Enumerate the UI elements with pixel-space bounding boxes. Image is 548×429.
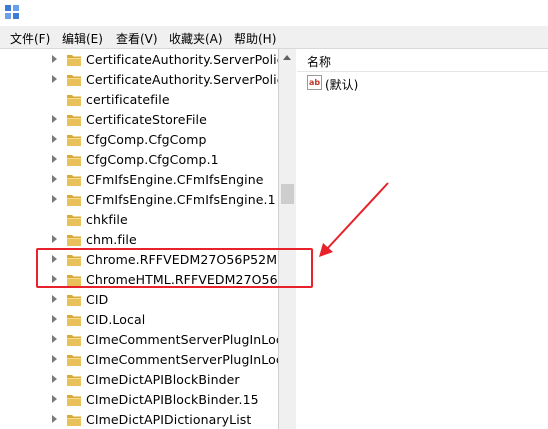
tree-item-label: chkfile — [86, 212, 128, 227]
registry-editor-icon — [5, 5, 19, 19]
scroll-thumb[interactable] — [281, 184, 294, 204]
menu-favorites[interactable]: 收藏夹(A) — [169, 30, 223, 47]
scroll-up-arrow-icon[interactable] — [283, 55, 291, 60]
tree-item-label: CfgComp.CfgComp — [86, 132, 207, 147]
svg-text:ab: ab — [309, 78, 320, 87]
menu-edit[interactable]: 编辑(E) — [62, 30, 103, 47]
menu-help[interactable]: 帮助(H) — [234, 30, 276, 47]
tree-scrollbar[interactable] — [279, 49, 296, 429]
menu-bar: 文件(F) 编辑(E) 查看(V) 收藏夹(A) 帮助(H) — [0, 26, 548, 49]
tree-item-label: CFmIfsEngine.CFmIfsEngine.1 — [86, 192, 276, 207]
folder-icon — [67, 195, 81, 206]
string-value-icon: ab — [307, 75, 322, 90]
tree-item[interactable]: CImeCommentServerPlugInLocal — [0, 350, 278, 370]
folder-icon — [67, 95, 81, 106]
expand-arrow-icon[interactable] — [52, 275, 57, 283]
registry-values-pane[interactable]: 名称 ab (默认) — [297, 49, 548, 429]
tree-item[interactable]: chm.file — [0, 230, 278, 250]
tree-item[interactable]: CfgComp.CfgComp.1 — [0, 150, 278, 170]
tree-item[interactable]: certificatefile — [0, 90, 278, 110]
tree-item-label: CID.Local — [86, 312, 146, 327]
expand-arrow-icon[interactable] — [52, 355, 57, 363]
folder-icon — [67, 235, 81, 246]
folder-icon — [67, 115, 81, 126]
tree-item-label: ChromeHTML.RFFVEDM27O56P5 — [86, 272, 279, 287]
tree-item-label: CID — [86, 292, 109, 307]
expand-arrow-icon[interactable] — [52, 55, 57, 63]
expand-arrow-icon[interactable] — [52, 255, 57, 263]
tree-item-label: CertificateAuthority.ServerPolicy — [86, 52, 279, 67]
tree-item-label: CImeDictAPIBlockBinder.15 — [86, 392, 259, 407]
tree-item[interactable]: CID — [0, 290, 278, 310]
folder-icon — [67, 155, 81, 166]
expand-arrow-icon[interactable] — [52, 415, 57, 423]
value-name: (默认) — [325, 78, 359, 92]
tree-item-label: CFmIfsEngine.CFmIfsEngine — [86, 172, 264, 187]
tree-item[interactable]: CImeDictAPIBlockBinder — [0, 370, 278, 390]
folder-icon — [67, 335, 81, 346]
tree-item-label: CImeDictAPIBlockBinder — [86, 372, 240, 387]
folder-icon — [67, 215, 81, 226]
folder-icon — [67, 415, 81, 426]
tree-item[interactable]: CfgComp.CfgComp — [0, 130, 278, 150]
folder-icon — [67, 395, 81, 406]
tree-item[interactable]: ChromeHTML.RFFVEDM27O56P5 — [0, 270, 278, 290]
folder-icon — [67, 315, 81, 326]
tree-item[interactable]: CImeDictAPIBlockBinder.15 — [0, 390, 278, 410]
tree-item[interactable]: CertificateStoreFile — [0, 110, 278, 130]
tree-item[interactable]: CertificateAuthority.ServerPolicy.1 — [0, 70, 278, 90]
tree-item[interactable]: CID.Local — [0, 310, 278, 330]
tree-item[interactable]: Chrome.RFFVEDM27O56P52M7C — [0, 250, 278, 270]
tree-item[interactable]: CertificateAuthority.ServerPolicy — [0, 50, 278, 70]
tree-item-label: CImeDictAPIDictionaryList — [86, 412, 252, 427]
folder-icon — [67, 135, 81, 146]
expand-arrow-icon[interactable] — [52, 135, 57, 143]
expand-arrow-icon[interactable] — [52, 195, 57, 203]
expand-arrow-icon[interactable] — [52, 295, 57, 303]
expand-arrow-icon[interactable] — [52, 235, 57, 243]
folder-icon — [67, 295, 81, 306]
registry-key-tree[interactable]: CertificateAuthority.ServerPolicy Certifi… — [0, 49, 279, 429]
folder-icon — [67, 275, 81, 286]
tree-item-label: CfgComp.CfgComp.1 — [86, 152, 219, 167]
menu-file[interactable]: 文件(F) — [10, 30, 50, 47]
folder-icon — [67, 55, 81, 66]
folder-icon — [67, 355, 81, 366]
folder-icon — [67, 255, 81, 266]
tree-item[interactable]: chkfile — [0, 210, 278, 230]
expand-arrow-icon[interactable] — [52, 315, 57, 323]
expand-arrow-icon[interactable] — [52, 155, 57, 163]
column-header-name[interactable]: 名称 — [297, 49, 548, 72]
tree-item-label: certificatefile — [86, 92, 170, 107]
expand-arrow-icon[interactable] — [52, 75, 57, 83]
tree-item[interactable]: CImeCommentServerPlugInLocal — [0, 330, 278, 350]
menu-view[interactable]: 查看(V) — [116, 30, 158, 47]
expand-arrow-icon[interactable] — [52, 375, 57, 383]
tree-item[interactable]: CFmIfsEngine.CFmIfsEngine.1 — [0, 190, 278, 210]
title-bar — [0, 0, 548, 26]
expand-arrow-icon[interactable] — [52, 175, 57, 183]
expand-arrow-icon[interactable] — [52, 115, 57, 123]
tree-item[interactable]: CImeDictAPIDictionaryList — [0, 410, 278, 429]
folder-icon — [67, 375, 81, 386]
value-row-default[interactable]: ab (默认) — [297, 73, 548, 93]
tree-item-label: Chrome.RFFVEDM27O56P52M7C — [86, 252, 279, 267]
tree-item-label: CertificateStoreFile — [86, 112, 207, 127]
tree-item[interactable]: CFmIfsEngine.CFmIfsEngine — [0, 170, 278, 190]
tree-item-label: chm.file — [86, 232, 137, 247]
expand-arrow-icon[interactable] — [52, 395, 57, 403]
tree-item-label: CImeCommentServerPlugInLocal — [86, 352, 279, 367]
folder-icon — [67, 175, 81, 186]
tree-item-label: CertificateAuthority.ServerPolicy.1 — [86, 72, 278, 87]
column-name-label: 名称 — [307, 55, 332, 69]
tree-item-label: CImeCommentServerPlugInLocal — [86, 332, 279, 347]
expand-arrow-icon[interactable] — [52, 335, 57, 343]
folder-icon — [67, 75, 81, 86]
